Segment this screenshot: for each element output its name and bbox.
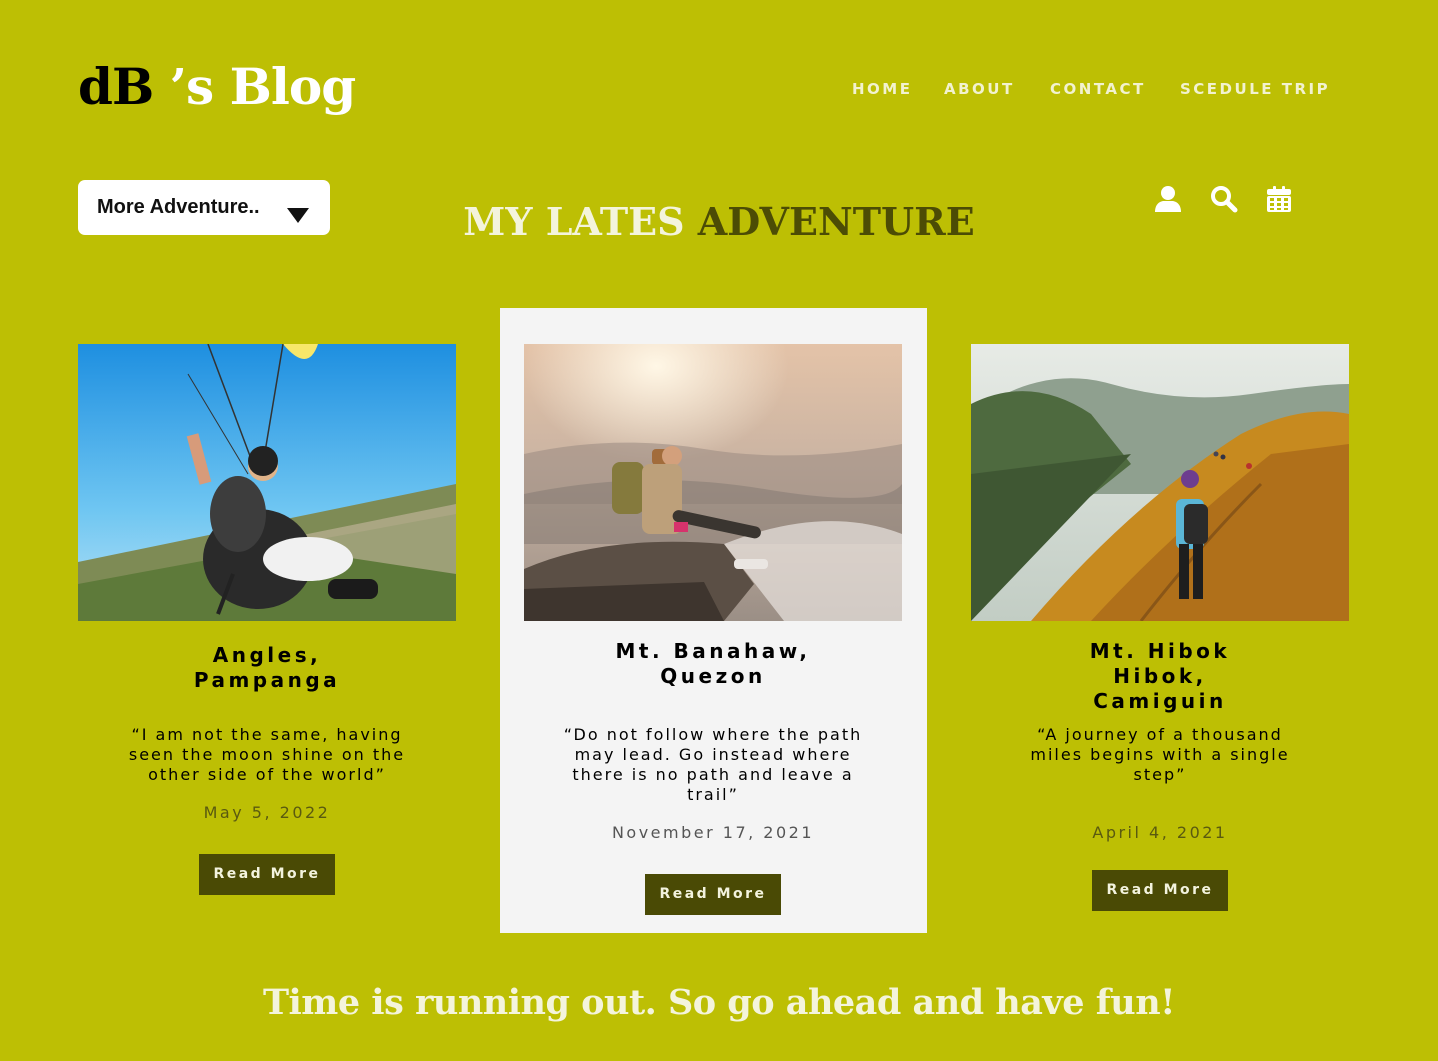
paragliding-image: [78, 344, 456, 621]
read-more-button[interactable]: Read More: [1092, 870, 1228, 911]
read-more-button[interactable]: Read More: [645, 874, 781, 915]
nav-home-link[interactable]: HOME: [852, 80, 912, 98]
card-quote: “Do not follow where the path may lead. …: [563, 725, 863, 804]
read-more-button[interactable]: Read More: [199, 854, 335, 895]
search-icon-svg: [1211, 186, 1238, 213]
hiker-on-rock-image: [524, 344, 902, 621]
adventure-card-featured: Mt. Banahaw, Quezon “Do not follow where…: [524, 344, 902, 915]
calendar-icon-svg: [1267, 186, 1291, 212]
paragliding-photo[interactable]: [78, 344, 456, 621]
card-location: Mt. Banahaw, Quezon: [615, 639, 811, 688]
card-location: Angles, Pampanga: [193, 643, 341, 692]
adventure-card: Angles, Pampanga “I am not the same, hav…: [78, 344, 456, 895]
card-quote: “A journey of a thousand miles begins wi…: [1030, 725, 1290, 784]
hiker-on-rock-photo[interactable]: [524, 344, 902, 621]
search-icon[interactable]: [1210, 185, 1238, 213]
main-nav: HOME ABOUT CONTACT SCEDULE TRIP: [0, 80, 1438, 100]
nav-schedule-trip-link[interactable]: SCEDULE TRIP: [1180, 80, 1330, 98]
nav-contact-link[interactable]: CONTACT: [1050, 80, 1146, 98]
page-title-part1: MY LATES: [463, 199, 685, 244]
nav-about-link[interactable]: ABOUT: [944, 80, 1015, 98]
card-date: April 4, 2021: [1092, 823, 1228, 842]
mountain-ridge-hike-photo[interactable]: [971, 344, 1349, 621]
card-date: May 5, 2022: [203, 803, 331, 822]
mountain-ridge-hike-image: [971, 344, 1349, 621]
card-quote: “I am not the same, having seen the moon…: [128, 725, 406, 784]
page-title-part2: ADVENTURE: [697, 199, 975, 244]
user-icon[interactable]: [1154, 185, 1182, 213]
card-location: Mt. Hibok Hibok, Camiguin: [1089, 639, 1231, 713]
user-icon-svg: [1155, 186, 1181, 212]
card-date: November 17, 2021: [611, 823, 815, 842]
footer-tagline: Time is running out. So go ahead and hav…: [262, 982, 1176, 1023]
adventure-card: Mt. Hibok Hibok, Camiguin “A journey of …: [971, 344, 1349, 911]
calendar-icon[interactable]: [1265, 185, 1293, 213]
